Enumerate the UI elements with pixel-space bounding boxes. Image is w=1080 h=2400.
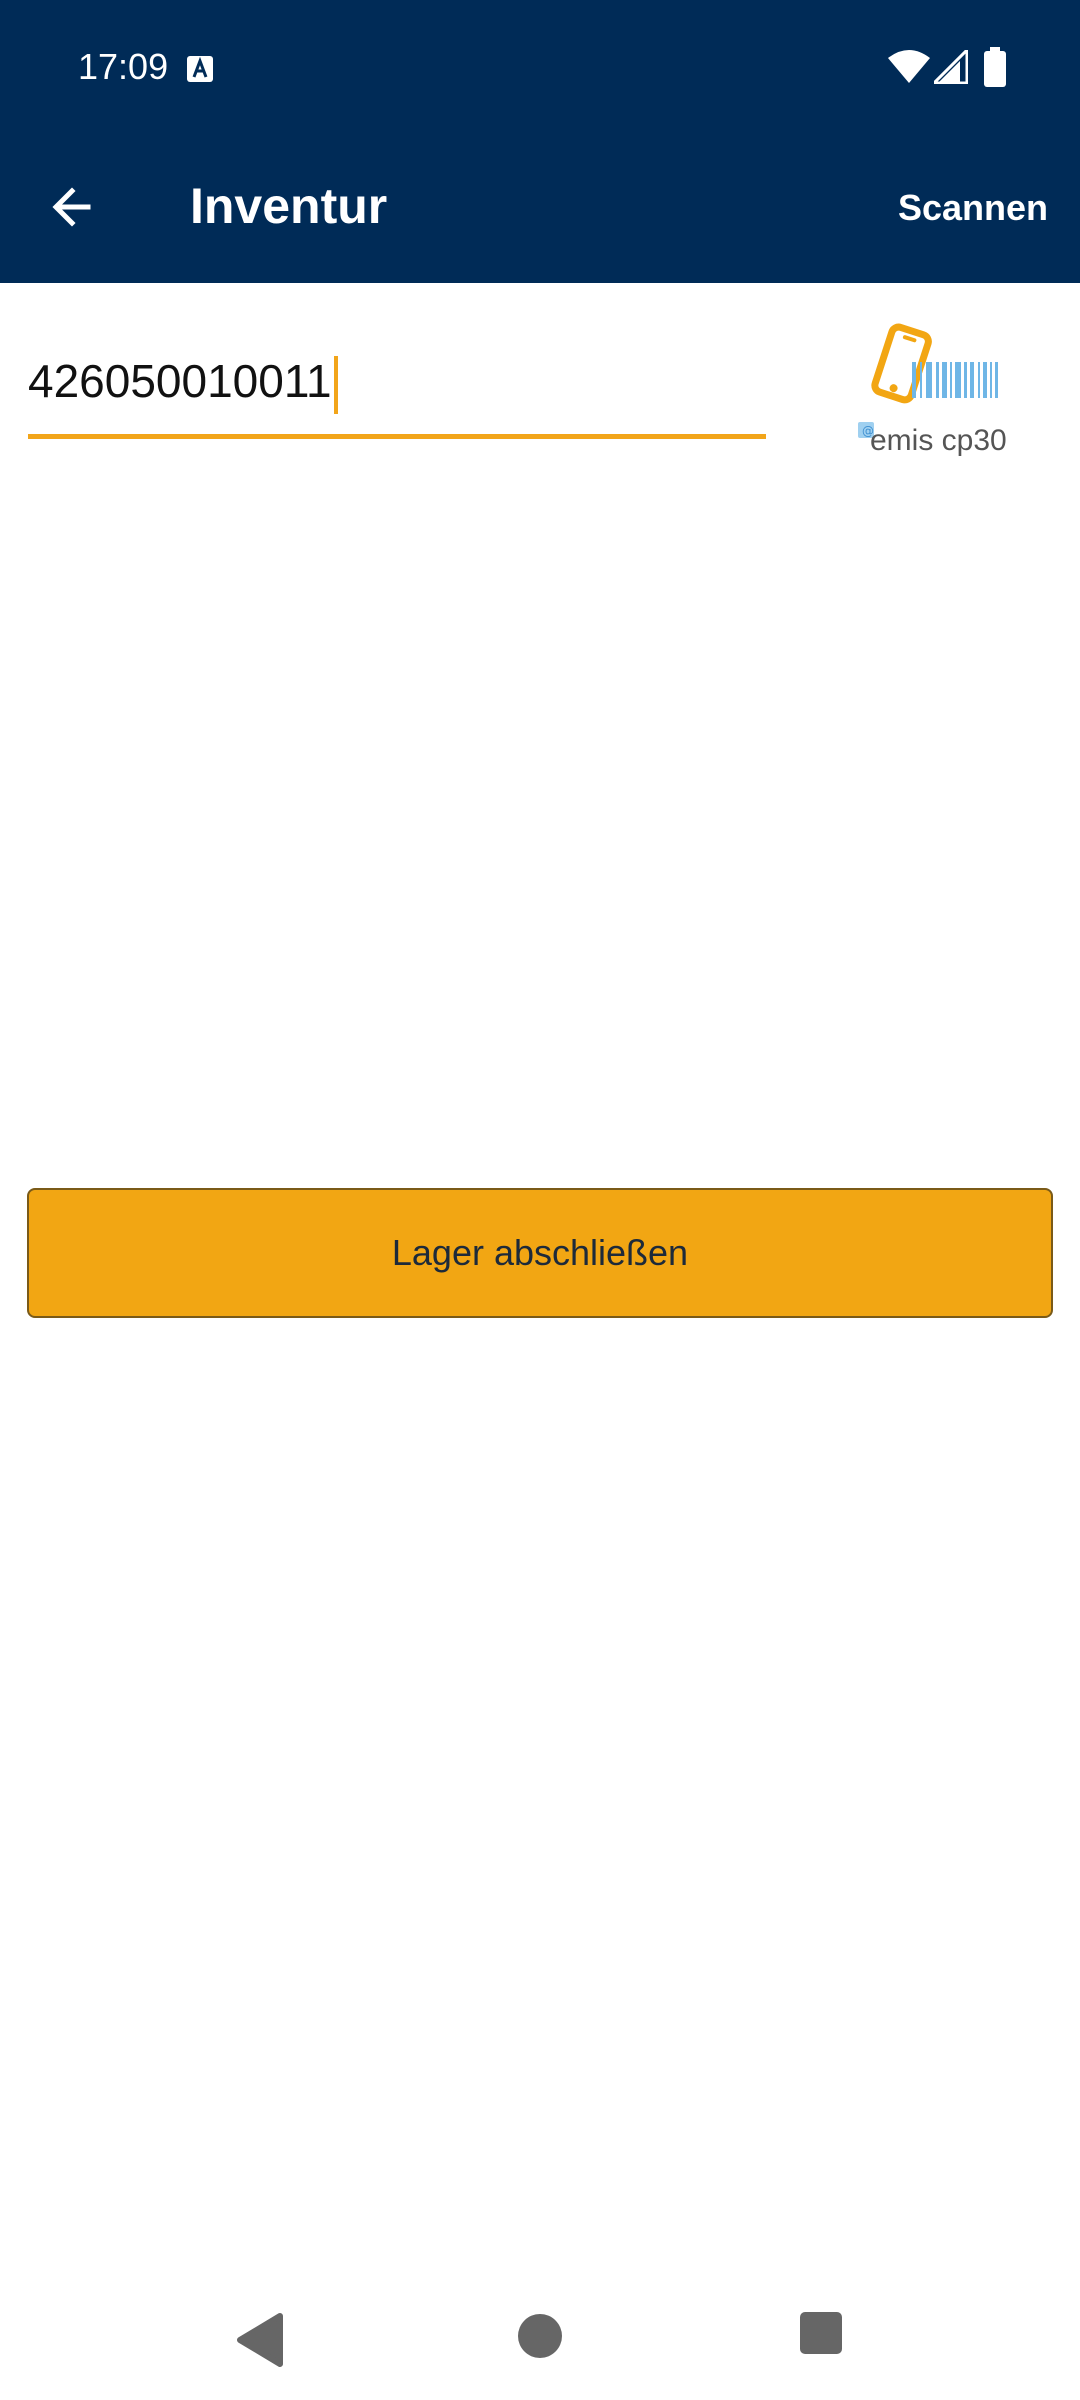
barcode-value: 426050010011 (28, 355, 332, 407)
status-bar: 17:09 (0, 0, 1080, 135)
navigation-bar (0, 2280, 1080, 2400)
status-time: 17:09 (78, 46, 169, 87)
brand-name: emis cp30 (870, 424, 1007, 457)
recents-square-icon[interactable] (800, 2312, 842, 2354)
text-cursor (333, 355, 338, 414)
scan-button[interactable]: Scannen (898, 187, 1048, 229)
barcode-input[interactable]: 426050010011 (28, 340, 766, 440)
wifi-icon (888, 50, 930, 83)
page-title: Inventur (190, 178, 388, 234)
back-button[interactable] (30, 165, 114, 249)
arrow-left-icon (52, 187, 91, 227)
input-underline (28, 434, 766, 439)
back-triangle-icon[interactable] (234, 2312, 284, 2368)
home-circle-icon[interactable] (516, 2312, 564, 2360)
a-notification-icon (187, 56, 213, 82)
battery-icon (984, 47, 1006, 87)
app-bar: Inventur Scannen (0, 135, 1080, 283)
signal-icon (934, 50, 968, 84)
lager-abschliessen-button[interactable]: Lager abschließen (27, 1188, 1053, 1318)
